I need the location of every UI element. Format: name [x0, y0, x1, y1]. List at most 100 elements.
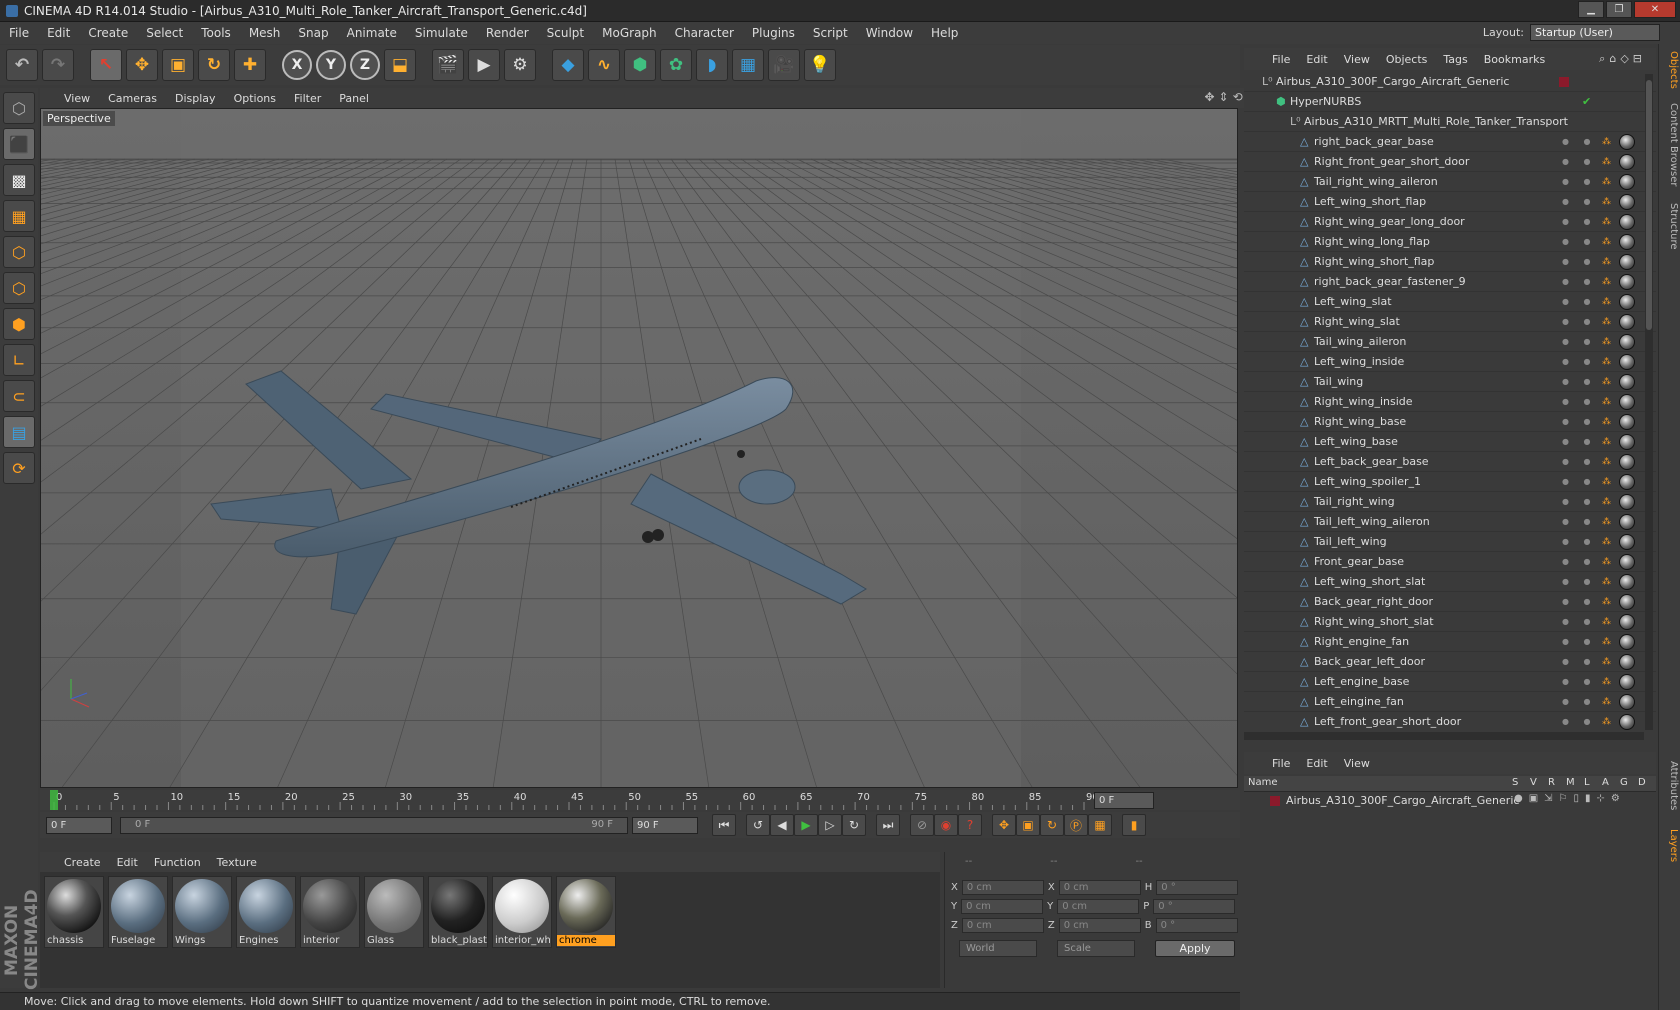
- layout-select[interactable]: Startup (User): [1530, 24, 1660, 41]
- points-mode-icon[interactable]: ⬡: [3, 236, 35, 268]
- frame-range-slider[interactable]: 0 F 90 F: [120, 816, 628, 834]
- minimize-button[interactable]: ▁: [1578, 1, 1604, 18]
- material-swatch[interactable]: interior: [300, 876, 360, 948]
- point-level-icon[interactable]: ▦: [1088, 814, 1112, 836]
- object-row[interactable]: △ Tail_left_wing ● ● ⁂: [1244, 532, 1656, 552]
- viewport-menu-options[interactable]: Options: [234, 92, 276, 105]
- array-icon[interactable]: ✿: [660, 49, 692, 81]
- phong-tag-icon[interactable]: ⁂: [1602, 717, 1611, 727]
- menu-snap[interactable]: Snap: [289, 26, 337, 40]
- menu-file[interactable]: File: [0, 26, 38, 40]
- visibility-dots[interactable]: ● ●: [1562, 297, 1597, 306]
- parameter-key-icon[interactable]: Ⓟ: [1064, 814, 1088, 836]
- visibility-dots[interactable]: ● ●: [1562, 477, 1597, 486]
- material-swatch[interactable]: interior_wh: [492, 876, 552, 948]
- material-tag-icon[interactable]: [1619, 613, 1635, 630]
- visibility-dots[interactable]: ● ●: [1562, 637, 1597, 646]
- menu-help[interactable]: Help: [922, 26, 967, 40]
- material-tag-icon[interactable]: [1619, 593, 1635, 610]
- model-mode-icon[interactable]: ⬛: [3, 128, 35, 160]
- phong-tag-icon[interactable]: ⁂: [1602, 277, 1611, 287]
- make-editable-icon[interactable]: ⬡: [3, 92, 35, 124]
- play-icon[interactable]: ▶: [794, 814, 818, 836]
- object-row[interactable]: △ Left_wing_short_flap ● ● ⁂: [1244, 192, 1656, 212]
- live-selection-icon[interactable]: ↖: [90, 49, 122, 81]
- object-row[interactable]: △ Left_eingine_fan ● ● ⁂: [1244, 692, 1656, 712]
- position-x-field[interactable]: 0 cm: [961, 880, 1044, 895]
- position-key-icon[interactable]: ✥: [992, 814, 1016, 836]
- phong-tag-icon[interactable]: ⁂: [1602, 517, 1611, 527]
- object-row[interactable]: △ Back_gear_right_door ● ● ⁂: [1244, 592, 1656, 612]
- phong-tag-icon[interactable]: ⁂: [1602, 197, 1611, 207]
- viewport-menu-cameras[interactable]: Cameras: [108, 92, 157, 105]
- material-tag-icon[interactable]: [1619, 493, 1635, 510]
- y-axis-icon[interactable]: Y: [316, 50, 346, 80]
- material-menu-create[interactable]: Create: [64, 856, 101, 869]
- keyframe-selection-icon[interactable]: ?: [958, 814, 982, 836]
- soft-selection-icon[interactable]: ⟳: [3, 452, 35, 484]
- material-menu-edit[interactable]: Edit: [117, 856, 138, 869]
- visibility-dots[interactable]: ● ●: [1562, 657, 1597, 666]
- material-tag-icon[interactable]: [1619, 513, 1635, 530]
- object-row[interactable]: △ Left_front_gear_short_door ● ● ⁂: [1244, 712, 1656, 730]
- snap-icon[interactable]: ⊂: [3, 380, 35, 412]
- next-key-icon[interactable]: ↻: [842, 814, 866, 836]
- material-swatch[interactable]: chrome: [556, 876, 616, 948]
- layer-row[interactable]: Airbus_A310_300F_Cargo_Aircraft_Generic …: [1244, 792, 1656, 810]
- object-menu-file[interactable]: File: [1272, 53, 1290, 66]
- menu-simulate[interactable]: Simulate: [406, 26, 477, 40]
- camera-icon[interactable]: 🎥: [768, 49, 800, 81]
- phong-tag-icon[interactable]: ⁂: [1602, 637, 1611, 647]
- material-tag-icon[interactable]: [1619, 473, 1635, 490]
- object-row[interactable]: △ Tail_right_wing ● ● ⁂: [1244, 492, 1656, 512]
- axis-mode-icon[interactable]: ∟: [3, 344, 35, 376]
- object-row[interactable]: △ Left_wing_short_slat ● ● ⁂: [1244, 572, 1656, 592]
- prev-key-icon[interactable]: ↺: [746, 814, 770, 836]
- rotation-p-field[interactable]: 0 °: [1153, 899, 1236, 914]
- layer-menu-file[interactable]: File: [1272, 757, 1290, 770]
- render-view-icon[interactable]: 🎬: [432, 49, 464, 81]
- material-tag-icon[interactable]: [1619, 693, 1635, 710]
- menu-mograph[interactable]: MoGraph: [593, 26, 666, 40]
- current-frame-field[interactable]: 0 F: [1094, 792, 1154, 809]
- object-row[interactable]: △ Right_wing_short_slat ● ● ⁂: [1244, 612, 1656, 632]
- material-tag-icon[interactable]: [1619, 213, 1635, 230]
- material-tag-icon[interactable]: [1619, 233, 1635, 250]
- material-swatch[interactable]: chassis: [44, 876, 104, 948]
- object-row[interactable]: △ Left_wing_slat ● ● ⁂: [1244, 292, 1656, 312]
- visibility-dots[interactable]: ● ●: [1562, 217, 1597, 226]
- object-row[interactable]: △ Left_wing_base ● ● ⁂: [1244, 432, 1656, 452]
- material-tag-icon[interactable]: [1619, 553, 1635, 570]
- rotation-b-field[interactable]: 0 °: [1155, 918, 1238, 933]
- enabled-check-icon[interactable]: ✔: [1582, 95, 1591, 108]
- layer-menu-edit[interactable]: Edit: [1306, 757, 1327, 770]
- layer-color-swatch[interactable]: [1270, 796, 1280, 806]
- phong-tag-icon[interactable]: ⁂: [1602, 537, 1611, 547]
- object-row[interactable]: △ Left_engine_base ● ● ⁂: [1244, 672, 1656, 692]
- material-tag-icon[interactable]: [1619, 153, 1635, 170]
- visibility-dots[interactable]: ● ●: [1562, 197, 1597, 206]
- move-icon[interactable]: ✥: [126, 49, 158, 81]
- timeline-icon[interactable]: ▮: [1122, 814, 1146, 836]
- menu-character[interactable]: Character: [666, 26, 743, 40]
- visibility-dots[interactable]: ● ●: [1562, 457, 1597, 466]
- material-tag-icon[interactable]: [1619, 173, 1635, 190]
- visibility-dots[interactable]: ● ●: [1562, 597, 1597, 606]
- visibility-dots[interactable]: ● ●: [1562, 437, 1597, 446]
- object-row[interactable]: △ Right_wing_base ● ● ⁂: [1244, 412, 1656, 432]
- object-row[interactable]: △ Front_gear_base ● ● ⁂: [1244, 552, 1656, 572]
- menu-plugins[interactable]: Plugins: [743, 26, 804, 40]
- render-settings-icon[interactable]: ⚙: [504, 49, 536, 81]
- material-menu-texture[interactable]: Texture: [217, 856, 257, 869]
- object-manager-scrollbar[interactable]: [1645, 74, 1653, 730]
- object-row[interactable]: △ Right_wing_long_flap ● ● ⁂: [1244, 232, 1656, 252]
- menu-tools[interactable]: Tools: [192, 26, 240, 40]
- material-tag-icon[interactable]: [1619, 653, 1635, 670]
- visibility-dots[interactable]: ● ●: [1562, 377, 1597, 386]
- nurbs-icon[interactable]: ⬢: [624, 49, 656, 81]
- visibility-dots[interactable]: ● ●: [1562, 397, 1597, 406]
- object-manager-search-icons[interactable]: ⌕⌂◇⊟: [1599, 52, 1646, 66]
- phong-tag-icon[interactable]: ⁂: [1602, 657, 1611, 667]
- phong-tag-icon[interactable]: ⁂: [1602, 237, 1611, 247]
- spline-icon[interactable]: ∿: [588, 49, 620, 81]
